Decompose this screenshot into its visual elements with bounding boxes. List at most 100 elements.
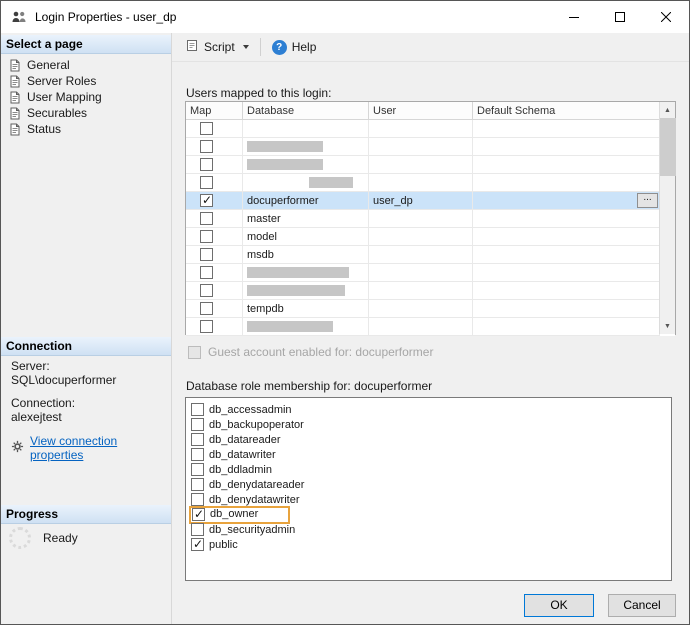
table-row[interactable]: master [186,210,675,228]
view-connection-properties-link[interactable]: View connection properties [30,434,167,462]
map-checkbox[interactable] [200,212,213,225]
role-checkbox[interactable] [191,448,204,461]
role-membership-label: Database role membership for: docuperfor… [186,379,432,393]
role-checkbox[interactable] [192,508,205,521]
role-item-db_accessadmin[interactable]: db_accessadmin [191,402,671,417]
map-checkbox[interactable] [200,230,213,243]
database-name: msdb [247,249,274,261]
help-button-label: Help [292,40,317,54]
role-label: db_datareader [209,434,281,446]
browse-schema-button[interactable]: ... [637,193,658,208]
scroll-up-icon[interactable]: ▲ [660,102,676,118]
map-checkbox[interactable] [200,302,213,315]
script-button[interactable]: Script [181,36,254,58]
page-icon [9,59,21,72]
role-item-db_ddladmin[interactable]: db_ddladmin [191,462,671,477]
role-label: db_denydatawriter [209,494,300,506]
database-name: tempdb [247,303,284,315]
column-header-map: Map [186,102,243,120]
role-checkbox[interactable] [191,523,204,536]
window-controls [551,1,689,33]
map-checkbox[interactable] [200,248,213,261]
role-list: db_accessadmindb_backupoperator db_datare… [185,397,672,581]
select-a-page-header: Select a page [1,35,171,54]
sidebar-item-user-mapping[interactable]: User Mapping [3,89,169,105]
map-checkbox[interactable] [200,140,213,153]
table-row[interactable] [186,138,675,156]
role-label: db_denydatareader [209,479,304,491]
role-checkbox[interactable] [191,418,204,431]
sidebar-item-status[interactable]: Status [3,121,169,137]
script-icon [186,39,199,55]
maximize-button[interactable] [597,1,643,33]
connection-properties-icon [11,440,24,456]
column-header-user: User [369,102,473,120]
role-checkbox[interactable] [191,403,204,416]
role-checkbox[interactable] [191,538,204,551]
database-name: model [247,231,277,243]
table-scrollbar[interactable]: ▲ ▼ [659,102,675,334]
table-row[interactable]: model [186,228,675,246]
table-row[interactable] [186,156,675,174]
table-row[interactable] [186,318,675,336]
role-item-db_securityadmin[interactable]: db_securityadmin [191,522,671,537]
help-button[interactable]: ? Help [267,37,322,58]
role-checkbox[interactable] [191,478,204,491]
map-checkbox[interactable] [200,266,213,279]
redacted-database-name [247,159,323,170]
sidebar-item-server-roles[interactable]: Server Roles [3,73,169,89]
table-row[interactable] [186,174,675,192]
chevron-down-icon [243,45,249,49]
table-row[interactable] [186,120,675,138]
sidebar-item-securables[interactable]: Securables [3,105,169,121]
script-button-label: Script [204,40,235,54]
redacted-database-name [247,321,333,332]
progress-header: Progress [1,505,171,524]
role-item-db_denydatareader[interactable]: db_denydatareader [191,477,671,492]
close-button[interactable] [643,1,689,33]
database-name: master [247,213,281,225]
progress-spinner-icon [9,527,31,549]
role-item-db_denydatawriter[interactable]: db_denydatawriter [191,492,671,507]
table-row[interactable]: msdb [186,246,675,264]
map-checkbox[interactable] [200,158,213,171]
table-body: docuperformer user_dp... master model msdb te… [186,120,675,336]
scroll-down-icon[interactable]: ▼ [660,318,676,334]
role-item-db_datawriter[interactable]: db_datawriter [191,447,671,462]
scroll-thumb[interactable] [660,118,676,176]
page-icon [9,91,21,104]
users-icon [11,9,27,25]
role-checkbox[interactable] [191,433,204,446]
sidebar-item-label: Server Roles [27,74,96,88]
table-row[interactable] [186,282,675,300]
server-value: SQL\docuperformer [11,373,167,387]
map-checkbox[interactable] [200,122,213,135]
role-label: db_owner [210,508,258,520]
map-checkbox[interactable] [200,284,213,297]
role-checkbox[interactable] [191,493,204,506]
map-checkbox[interactable] [200,176,213,189]
cancel-button[interactable]: Cancel [608,594,676,617]
role-item-public[interactable]: public [191,537,671,552]
table-row[interactable]: docuperformer user_dp... [186,192,675,210]
role-item-db_owner[interactable]: db_owner [191,507,671,522]
role-item-db_datareader[interactable]: db_datareader [191,432,671,447]
users-mapped-label: Users mapped to this login: [186,86,331,100]
ok-button[interactable]: OK [524,594,594,617]
table-row[interactable]: tempdb [186,300,675,318]
map-checkbox[interactable] [200,320,213,333]
role-checkbox[interactable] [191,463,204,476]
role-label: db_accessadmin [209,404,292,416]
role-item-db_backupoperator[interactable]: db_backupoperator [191,417,671,432]
database-name: docuperformer [247,195,319,207]
page-list: GeneralServer Roles User MappingSecurable… [3,57,169,137]
server-label: Server: [11,359,167,373]
guest-account-checkbox [188,346,201,359]
sidebar-item-label: Status [27,122,61,136]
map-checkbox[interactable] [200,194,213,207]
minimize-button[interactable] [551,1,597,33]
sidebar-item-label: User Mapping [27,90,102,104]
table-row[interactable] [186,264,675,282]
user-name: user_dp [373,195,413,207]
sidebar-item-general[interactable]: General [3,57,169,73]
